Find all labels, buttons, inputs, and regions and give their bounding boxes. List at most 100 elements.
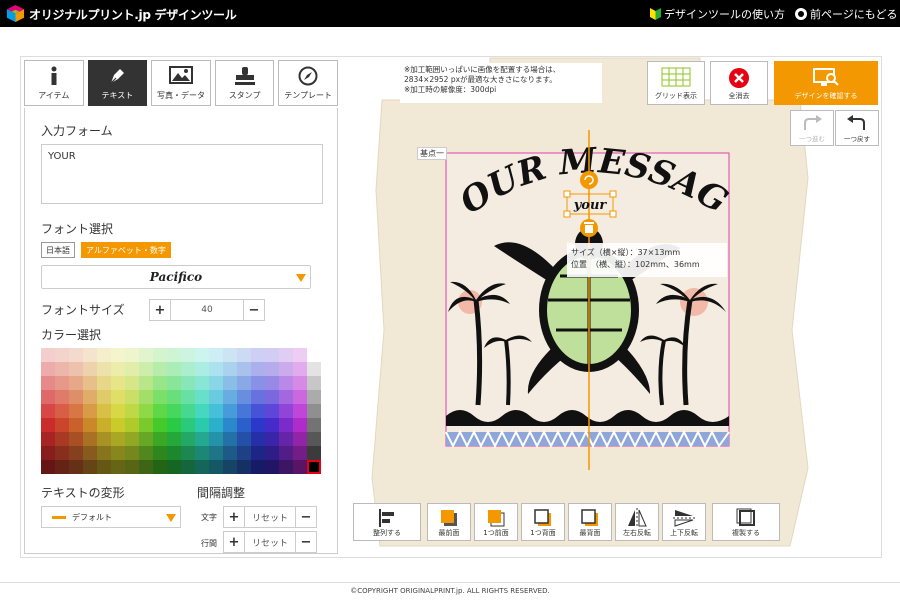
tab-stamp[interactable]: スタンプ [214,60,275,106]
color-swatch[interactable] [125,432,139,446]
color-swatch[interactable] [139,460,153,474]
align-button[interactable]: 整列する [353,503,421,541]
color-swatch[interactable] [111,460,125,474]
resize-handle-top-left[interactable] [563,190,571,198]
color-swatch[interactable] [209,390,223,404]
color-swatch[interactable] [307,432,321,446]
color-swatch[interactable] [167,362,181,376]
color-swatch[interactable] [97,390,111,404]
font-alphabet-button[interactable]: アルファベット・数字 [81,242,171,258]
color-swatch[interactable] [153,390,167,404]
color-swatch[interactable] [223,390,237,404]
tab-photo[interactable]: 写真・データ [151,60,211,106]
clear-all-button[interactable]: 全消去 [710,61,768,105]
send-to-back-button[interactable]: 最背面 [568,503,612,541]
color-swatch[interactable] [83,362,97,376]
color-swatch[interactable] [223,432,237,446]
color-swatch[interactable] [307,362,321,376]
color-swatch[interactable] [69,432,83,446]
line-spacing-plus-button[interactable]: + [224,532,244,552]
color-swatch[interactable] [307,404,321,418]
color-swatch[interactable] [293,404,307,418]
color-swatch[interactable] [153,348,167,362]
color-swatch[interactable] [153,460,167,474]
color-swatch[interactable] [167,348,181,362]
color-swatch[interactable] [111,376,125,390]
redo-button[interactable]: 一つ進む [790,110,834,146]
color-swatch[interactable] [41,390,55,404]
color-swatch[interactable] [223,348,237,362]
color-swatch[interactable] [139,418,153,432]
color-swatch[interactable] [307,446,321,460]
color-swatch[interactable] [153,362,167,376]
color-swatch[interactable] [307,348,321,362]
color-swatch[interactable] [111,446,125,460]
color-swatch[interactable] [195,404,209,418]
color-swatch[interactable] [251,348,265,362]
color-swatch[interactable] [181,362,195,376]
color-swatch[interactable] [83,418,97,432]
color-swatch[interactable] [279,432,293,446]
color-swatch[interactable] [139,376,153,390]
selected-text[interactable]: your [573,198,608,213]
color-swatch[interactable] [279,348,293,362]
color-swatch[interactable] [111,418,125,432]
color-swatch[interactable] [251,404,265,418]
color-swatch[interactable] [251,460,265,474]
color-swatch[interactable] [265,362,279,376]
color-swatch[interactable] [265,432,279,446]
color-swatch[interactable] [139,390,153,404]
color-swatch[interactable] [55,418,69,432]
color-swatch[interactable] [195,418,209,432]
color-swatch[interactable] [223,362,237,376]
line-spacing-minus-button[interactable]: − [296,532,316,552]
color-swatch[interactable] [307,376,321,390]
confirm-design-button[interactable]: デザインを確認する [774,61,878,105]
color-swatch[interactable] [97,446,111,460]
color-swatch[interactable] [209,348,223,362]
color-swatch[interactable] [125,362,139,376]
color-swatch[interactable] [83,404,97,418]
char-spacing-plus-button[interactable]: + [224,507,244,527]
resize-handle-top-right[interactable] [609,190,617,198]
color-swatch[interactable] [265,418,279,432]
color-swatch[interactable] [111,432,125,446]
color-swatch[interactable] [181,348,195,362]
resize-handle-bottom-right[interactable] [609,210,617,218]
color-swatch[interactable] [195,432,209,446]
color-swatch[interactable] [139,404,153,418]
color-swatch[interactable] [167,404,181,418]
color-swatch[interactable] [83,390,97,404]
color-swatch[interactable] [139,348,153,362]
color-swatch[interactable] [293,460,307,474]
color-swatch[interactable] [111,362,125,376]
color-swatch[interactable] [55,460,69,474]
color-swatch[interactable] [125,390,139,404]
color-swatch[interactable] [97,404,111,418]
color-swatch[interactable] [69,390,83,404]
color-swatch[interactable] [153,418,167,432]
color-swatch[interactable] [237,432,251,446]
color-swatch[interactable] [237,348,251,362]
color-swatch[interactable] [279,362,293,376]
color-swatch[interactable] [237,418,251,432]
color-swatch[interactable] [209,418,223,432]
color-swatch[interactable] [139,362,153,376]
color-swatch[interactable] [181,418,195,432]
color-swatch[interactable] [265,376,279,390]
color-swatch[interactable] [279,418,293,432]
color-swatch[interactable] [97,432,111,446]
color-swatch[interactable] [55,390,69,404]
send-backward-button[interactable]: 1つ背面 [521,503,565,541]
color-swatch[interactable] [167,390,181,404]
color-swatch[interactable] [125,460,139,474]
color-swatch[interactable] [83,432,97,446]
color-swatch[interactable] [293,446,307,460]
color-swatch[interactable] [251,362,265,376]
color-swatch[interactable] [195,362,209,376]
color-swatch[interactable] [55,446,69,460]
color-swatch[interactable] [307,418,321,432]
rotate-handle-icon[interactable] [580,171,598,189]
color-swatch[interactable] [41,348,55,362]
color-swatch[interactable] [167,460,181,474]
